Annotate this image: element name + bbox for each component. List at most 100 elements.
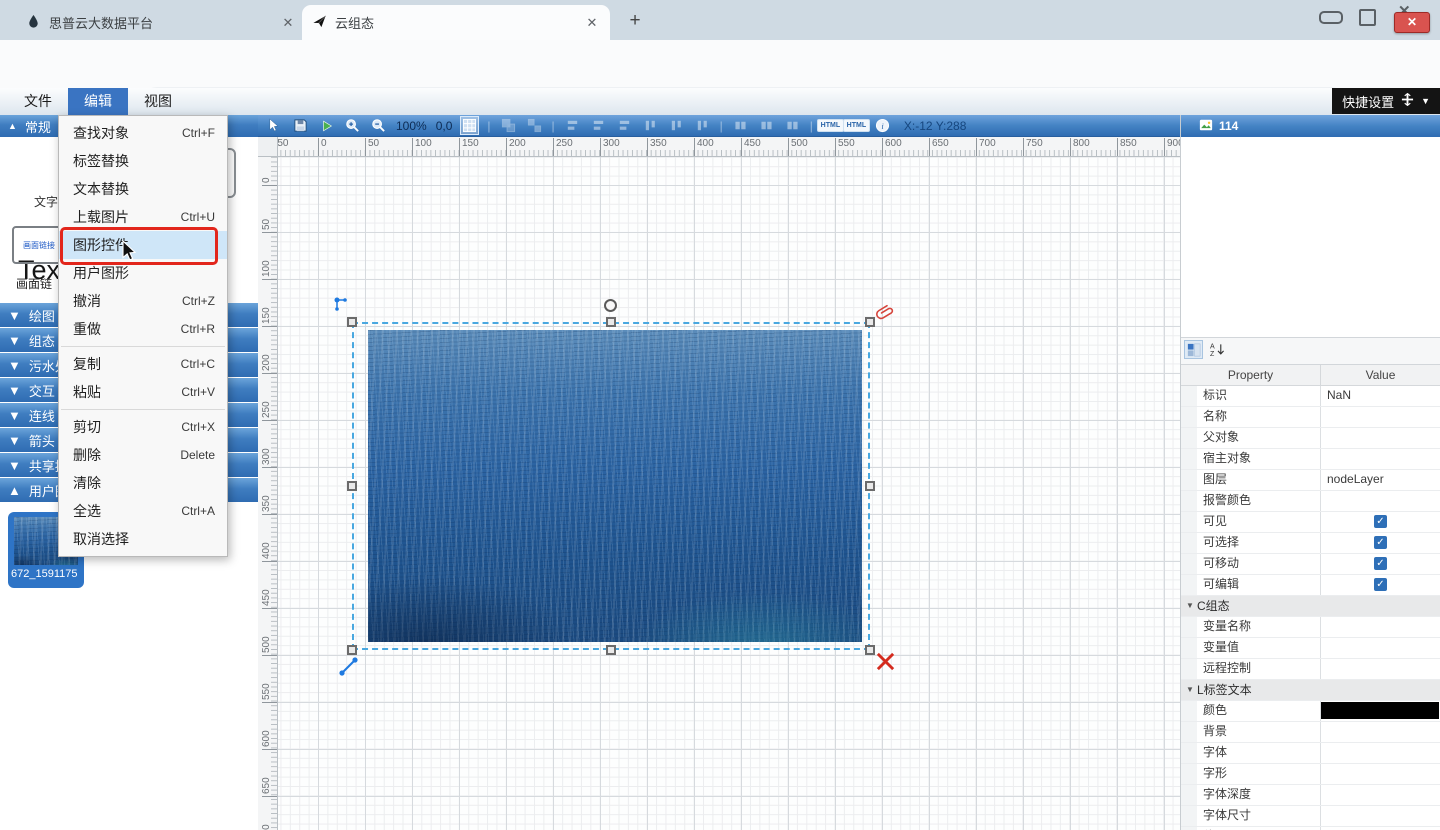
checkbox[interactable]: ✓ [1374,515,1387,528]
align-center-icon[interactable] [590,117,607,134]
property-value[interactable] [1320,428,1440,448]
menubar-item-1[interactable]: 编辑 [68,88,128,115]
quick-settings-button[interactable]: 快捷设置 ▼ [1332,88,1440,114]
menu-item-shortcut: Delete [180,448,215,462]
ruler-tick [262,796,277,797]
property-value[interactable] [1320,806,1440,826]
color-swatch[interactable] [1321,702,1439,719]
property-label: 变量名称 [1181,617,1320,637]
edit-menu-item-6[interactable]: 撤消Ctrl+Z [59,287,227,315]
property-label: 宿主对象 [1181,449,1320,469]
close-annotation-icon[interactable]: ✕ [1394,12,1430,33]
html-view-icon[interactable]: HTML [848,117,865,134]
sort-alpha-icon[interactable]: AZ [1208,340,1227,359]
align-right-icon[interactable] [616,117,633,134]
edit-menu-item-12[interactable]: 清除 [59,469,227,497]
minimize-button[interactable] [1319,11,1343,24]
menubar-item-2[interactable]: 视图 [128,88,188,115]
edit-menu-item-9[interactable]: 粘贴Ctrl+V [59,378,227,406]
align-middle-icon[interactable] [668,117,685,134]
property-value[interactable] [1320,785,1440,805]
zoom-in-icon[interactable] [344,117,361,134]
property-section-14[interactable]: ▼L标签文本 [1181,680,1440,701]
edit-menu-item-13[interactable]: 全选Ctrl+A [59,497,227,525]
label-component-sample[interactable]: 文字 [34,193,58,210]
property-value[interactable]: nodeLayer [1320,470,1440,490]
menu-item-label: 重做 [73,319,181,339]
edit-menu-item-0[interactable]: 查找对象Ctrl+F [59,119,227,147]
delete-x-icon[interactable] [875,651,896,677]
resize-handle-s[interactable] [606,645,616,655]
close-button[interactable]: ✕ ✕ [1392,2,1432,32]
resize-handle-se[interactable] [865,645,875,655]
browser-tab-2[interactable]: 云组态 ✕ [302,5,610,40]
triangle-down-icon: ▼ [8,358,21,373]
ungroup-icon[interactable] [526,117,543,134]
image-icon [1199,118,1213,135]
ruler-tick [262,326,277,327]
align-top-icon[interactable] [642,117,659,134]
align-left-icon[interactable] [564,117,581,134]
object-header: 114 [1181,115,1440,137]
pointer-icon[interactable] [266,117,283,134]
rotate-handle[interactable] [604,299,617,312]
checkbox[interactable]: ✓ [1374,536,1387,549]
ruler-label: 350 [261,495,272,512]
property-value[interactable] [1320,764,1440,784]
property-value[interactable] [1320,701,1440,721]
property-value[interactable]: ✓ [1320,554,1440,574]
browser-tab-1[interactable]: 思普云大数据平台 ✕ [16,5,306,40]
save-icon[interactable] [292,117,309,134]
resize-handle-w[interactable] [347,481,357,491]
info-icon[interactable]: i [874,117,891,134]
menubar-item-0[interactable]: 文件 [8,88,68,115]
resize-handle-n[interactable] [606,317,616,327]
property-value[interactable] [1320,449,1440,469]
property-row: 标识NaN [1181,386,1440,407]
property-value[interactable]: ✓ [1320,575,1440,595]
close-icon[interactable]: ✕ [584,15,600,31]
new-tab-button[interactable]: + [622,8,648,34]
property-value[interactable]: ✓ [1320,512,1440,532]
edit-menu-item-1[interactable]: 标签替换 [59,147,227,175]
run-icon[interactable] [318,117,335,134]
resize-handle-e[interactable] [865,481,875,491]
sidebar-section-label: 常规 [25,117,51,136]
edit-menu-item-2[interactable]: 文本替换 [59,175,227,203]
close-icon[interactable]: ✕ [280,15,296,31]
canvas-grid-icon[interactable] [461,117,478,134]
property-value[interactable] [1320,722,1440,742]
restore-button[interactable] [1359,9,1376,26]
property-section-10[interactable]: ▼C组态 [1181,596,1440,617]
edit-menu-item-8[interactable]: 复制Ctrl+C [59,350,227,378]
html-export-icon[interactable]: HTML [822,117,839,134]
align-bottom-icon[interactable] [694,117,711,134]
property-value[interactable] [1320,407,1440,427]
property-value[interactable]: ✓ [1320,533,1440,553]
checkbox[interactable]: ✓ [1374,578,1387,591]
property-row: 名称 [1181,407,1440,428]
property-value[interactable] [1320,617,1440,637]
same-width-icon[interactable] [732,117,749,134]
property-value[interactable] [1320,638,1440,658]
property-value[interactable] [1320,491,1440,511]
edit-menu-item-11[interactable]: 删除Delete [59,441,227,469]
edit-menu-item-7[interactable]: 重做Ctrl+R [59,315,227,343]
property-value[interactable]: NaN [1320,386,1440,406]
node-link-icon[interactable] [332,295,352,320]
property-value[interactable] [1320,659,1440,679]
zoom-out-icon[interactable] [370,117,387,134]
edit-menu-item-10[interactable]: 剪切Ctrl+X [59,413,227,441]
group-icon[interactable] [500,117,517,134]
same-height-icon[interactable] [758,117,775,134]
attach-paperclip-icon[interactable] [876,304,895,328]
categorize-view-icon[interactable] [1184,340,1203,359]
checkbox[interactable]: ✓ [1374,557,1387,570]
design-canvas[interactable] [278,157,1180,830]
distribute-icon[interactable] [784,117,801,134]
edit-menu-item-14[interactable]: 取消选择 [59,525,227,553]
resize-handle-sw[interactable] [347,645,357,655]
property-value[interactable] [1320,743,1440,763]
line-connector-icon[interactable] [338,655,360,682]
property-label: 远程控制 [1181,659,1320,679]
